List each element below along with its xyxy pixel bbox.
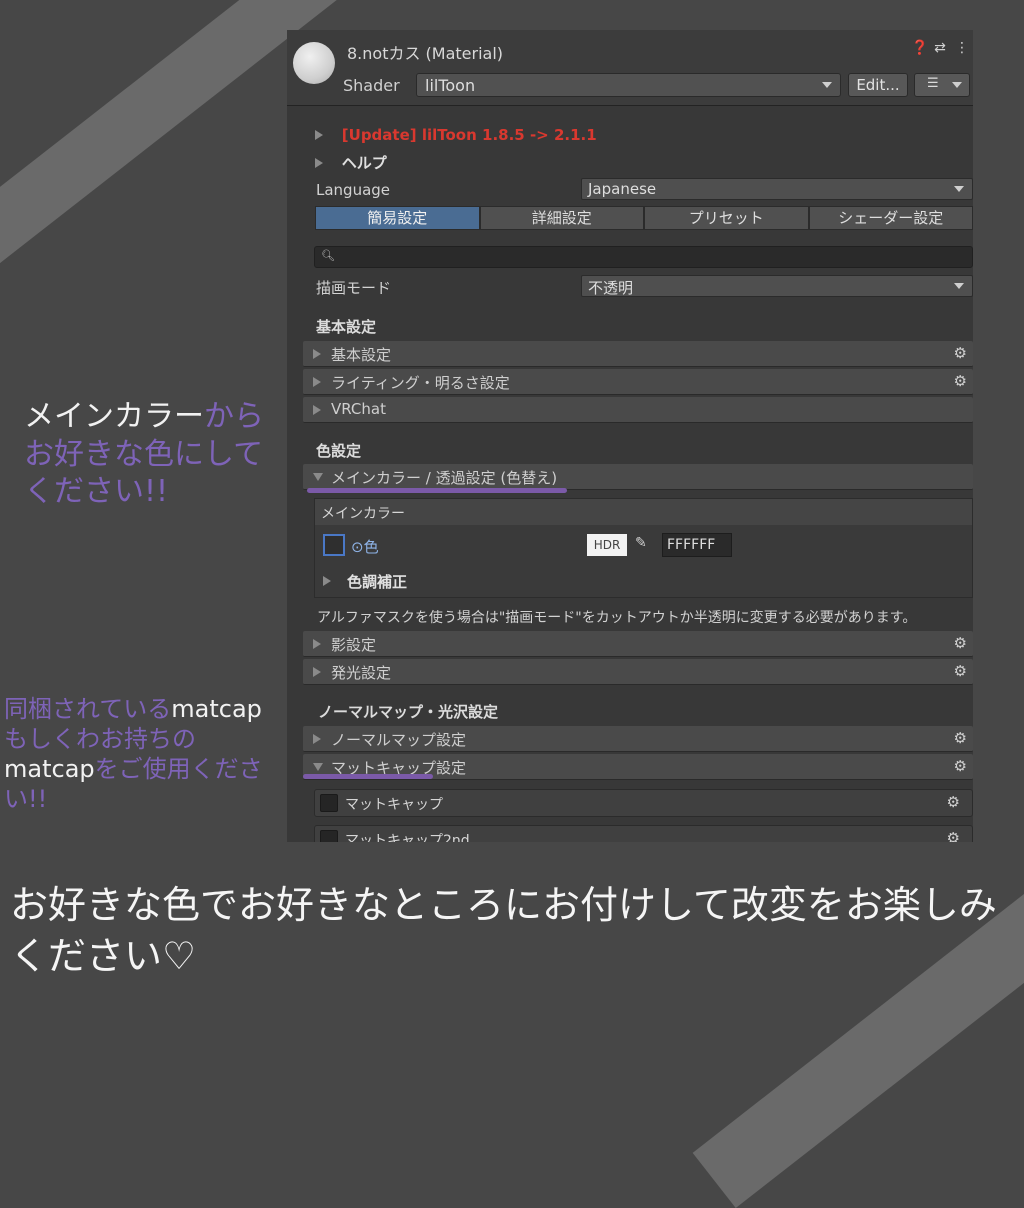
header-icons: ❓ ⇄ ⋮ <box>911 40 969 56</box>
fold-shadow-settings[interactable]: 影設定 ⚙ <box>303 631 973 657</box>
help-icon[interactable]: ❓ <box>911 40 928 56</box>
matcap-row[interactable]: マットキャップ ⚙ <box>314 789 973 817</box>
fold-main-color[interactable]: メインカラー / 透過設定 (色替え) <box>303 464 973 490</box>
fold-arrow-icon <box>313 377 321 387</box>
matcap-label: マットキャップ <box>345 797 443 813</box>
tab-simple[interactable]: 簡易設定 <box>315 206 480 230</box>
shader-value: lilToon <box>425 76 476 95</box>
color-label: ⊙色 <box>351 538 379 556</box>
fold-label: 影設定 <box>331 636 377 654</box>
gear-icon[interactable]: ⚙ <box>954 757 967 775</box>
fold-arrow-icon <box>313 405 321 415</box>
color-section-title: 色設定 <box>316 442 362 460</box>
chevron-down-icon <box>822 82 832 88</box>
eyedropper-icon[interactable]: ✎ <box>635 535 647 551</box>
language-value: Japanese <box>588 180 657 198</box>
main-color-panel: メインカラー ⊙色 HDR ✎ FFFFFF 色調補正 <box>314 498 973 598</box>
basic-section-title: 基本設定 <box>316 318 377 336</box>
inspector-header: 8.notカス (Material) ❓ ⇄ ⋮ Shader lilToon … <box>287 30 973 106</box>
fold-label: 色調補正 <box>347 573 408 591</box>
fold-arrow-icon <box>315 158 323 168</box>
list-icon: ☰ <box>927 76 939 91</box>
gear-icon[interactable]: ⚙ <box>954 344 967 362</box>
normal-section-title: ノーマルマップ・光沢設定 <box>318 703 499 721</box>
settings-sliders-icon[interactable]: ⇄ <box>933 40 947 56</box>
fold-arrow-icon <box>313 639 321 649</box>
render-mode-label: 描画モード <box>316 279 392 297</box>
material-preview-sphere <box>293 42 335 84</box>
hdr-color-field[interactable]: HDR <box>587 534 627 556</box>
search-input[interactable]: 🔍︎ <box>314 246 973 268</box>
help-row[interactable]: ヘルプ <box>315 152 387 173</box>
fold-emission-settings[interactable]: 発光設定 ⚙ <box>303 659 973 685</box>
fold-label: ライティング・明るさ設定 <box>331 374 510 392</box>
gear-icon[interactable]: ⚙ <box>954 634 967 652</box>
matcap-note: 同梱されているmatcap もしくわお持ちの matcapをご使用くださ い!! <box>4 695 263 813</box>
fold-label: 基本設定 <box>331 346 392 364</box>
tab-advanced[interactable]: 詳細設定 <box>479 206 644 230</box>
update-row[interactable]: [Update] lilToon 1.8.5 -> 2.1.1 <box>315 126 597 144</box>
chevron-down-icon <box>954 283 964 289</box>
material-title: 8.notカス (Material) <box>347 44 504 63</box>
bottom-message: お好きな色でお好きなところにお付けして改変をお楽しみください♡ <box>10 883 997 979</box>
panel-header: メインカラー <box>315 499 972 525</box>
fold-arrow-icon <box>313 667 321 677</box>
render-mode-dropdown[interactable]: 不透明 <box>581 275 973 297</box>
material-inspector: 8.notカス (Material) ❓ ⇄ ⋮ Shader lilToon … <box>287 30 973 842</box>
chevron-down-icon <box>952 82 962 88</box>
fold-arrow-icon <box>313 349 321 359</box>
language-dropdown[interactable]: Japanese <box>581 178 973 200</box>
help-label: ヘルプ <box>341 154 387 172</box>
edit-shader-button[interactable]: Edit... <box>848 73 908 97</box>
fold-arrow-expanded-icon <box>313 763 323 771</box>
fold-label: メインカラー / 透過設定 (色替え) <box>331 469 558 487</box>
gear-icon[interactable]: ⚙ <box>954 729 967 747</box>
fold-arrow-expanded-icon <box>313 473 323 481</box>
chevron-down-icon <box>954 186 964 192</box>
matcap2-checkbox[interactable] <box>320 830 338 842</box>
highlight-underline <box>303 774 433 779</box>
fold-basic-settings[interactable]: 基本設定 ⚙ <box>303 341 973 367</box>
more-icon[interactable]: ⋮ <box>955 40 969 56</box>
tab-shader-settings[interactable]: シェーダー設定 <box>808 206 973 230</box>
color-texture-slot[interactable] <box>323 534 345 556</box>
settings-tabs: 簡易設定 詳細設定 プリセット シェーダー設定 <box>315 206 973 230</box>
search-icon: 🔍︎ <box>321 249 335 262</box>
matcap-checkbox[interactable] <box>320 794 338 812</box>
tab-preset[interactable]: プリセット <box>644 206 809 230</box>
fold-arrow-icon <box>315 130 323 140</box>
hex-color-input[interactable]: FFFFFF <box>662 533 732 557</box>
update-link[interactable]: [Update] lilToon 1.8.5 -> 2.1.1 <box>342 126 597 144</box>
gear-icon[interactable]: ⚙ <box>954 662 967 680</box>
main-color-note: メインカラーから お好きな色にして ください!! <box>24 399 264 509</box>
fold-label: 発光設定 <box>331 664 392 682</box>
fold-arrow-icon <box>323 576 331 586</box>
alpha-mask-help-text: アルファマスクを使う場合は"描画モード"をカットアウトか半透明に変更する必要があ… <box>317 610 917 626</box>
fold-label: VRChat <box>331 400 386 418</box>
matcap2-label: マットキャップ2nd <box>345 833 470 842</box>
fold-vrchat[interactable]: VRChat <box>303 397 973 423</box>
gear-icon[interactable]: ⚙ <box>947 793 960 811</box>
shader-label: Shader <box>343 76 400 95</box>
fold-normal-map[interactable]: ノーマルマップ設定 ⚙ <box>303 726 973 752</box>
fold-arrow-icon <box>313 734 321 744</box>
gear-icon[interactable]: ⚙ <box>947 829 960 842</box>
render-mode-value: 不透明 <box>588 279 634 297</box>
fold-lighting-settings[interactable]: ライティング・明るさ設定 ⚙ <box>303 369 973 395</box>
fold-label: ノーマルマップ設定 <box>331 731 467 749</box>
list-options-button[interactable]: ☰ <box>914 73 970 97</box>
matcap2-row[interactable]: マットキャップ2nd ⚙ <box>314 825 973 842</box>
panel-title: メインカラー <box>321 506 405 522</box>
highlight-underline <box>307 488 567 493</box>
shader-dropdown[interactable]: lilToon <box>416 73 841 97</box>
gear-icon[interactable]: ⚙ <box>954 372 967 390</box>
language-label: Language <box>316 181 391 199</box>
